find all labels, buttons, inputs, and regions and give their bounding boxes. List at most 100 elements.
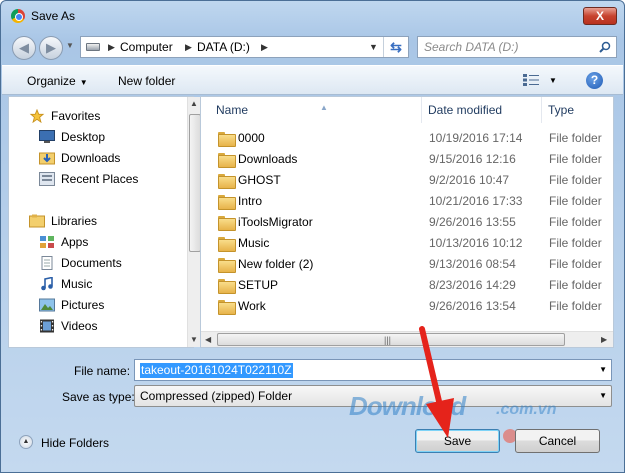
file-name: 0000 <box>238 131 265 145</box>
search-input[interactable]: Search DATA (D:) <box>417 36 617 58</box>
search-icon <box>599 41 611 53</box>
table-row[interactable]: Downloads 9/15/2016 12:16 File folder <box>201 149 613 170</box>
table-row[interactable]: 0000 10/19/2016 17:14 File folder <box>201 128 613 149</box>
file-name: Music <box>238 236 270 250</box>
file-type: File folder <box>549 173 602 187</box>
file-date: 10/21/2016 17:33 <box>429 194 523 208</box>
file-name: New folder (2) <box>238 257 314 271</box>
recent-locations-dropdown[interactable]: ▼ <box>66 41 74 50</box>
chrome-icon <box>11 9 25 23</box>
libraries-icon <box>29 214 45 228</box>
file-type: File folder <box>549 215 602 229</box>
sort-ascending-icon: ▲ <box>320 103 328 112</box>
scroll-up-icon[interactable]: ▲ <box>190 99 198 108</box>
address-bar[interactable]: ▶ Computer ▶ DATA (D:) ▶ ▼ ⇆ <box>80 36 409 58</box>
forward-arrow-icon: ▶ <box>46 40 56 55</box>
chevron-up-icon: ▲ <box>19 435 33 449</box>
folder-icon <box>218 216 236 231</box>
grip-icon: ||| <box>384 335 392 345</box>
file-name-field[interactable]: takeout-20161024T022110Z ▼ <box>134 359 612 381</box>
videos-icon <box>40 319 54 333</box>
search-placeholder: Search DATA (D:) <box>424 40 519 54</box>
forward-button[interactable]: ▶ <box>39 36 63 60</box>
file-name: SETUP <box>238 278 279 292</box>
music-icon <box>41 277 53 291</box>
documents-icon <box>41 256 53 270</box>
file-date: 10/13/2016 10:12 <box>429 236 523 250</box>
red-arrow-annotation <box>419 326 454 438</box>
file-type: File folder <box>549 278 602 292</box>
column-header-date[interactable]: Date modified <box>422 97 542 123</box>
hide-folders-label: Hide Folders <box>41 436 110 450</box>
file-list: Name ▲ Date modified Type 0000 10/19/2016… <box>200 96 614 348</box>
folder-icon <box>218 300 236 315</box>
chevron-right-icon[interactable]: ▶ <box>185 42 192 53</box>
breadcrumb-computer[interactable]: Computer <box>120 40 173 54</box>
save-type-label: Save as type: <box>62 390 135 404</box>
save-as-dialog: Save As X ◀ ▶ ▼ ▶ Computer ▶ DATA (D:) ▶… <box>0 0 625 473</box>
folder-icon <box>218 237 236 252</box>
command-toolbar: Organize ▼ New folder ▼ ? <box>2 65 623 95</box>
chevron-right-icon[interactable]: ▶ <box>261 42 268 53</box>
folder-icon <box>218 153 236 168</box>
file-name-label: File name: <box>74 364 131 378</box>
chevron-right-icon[interactable]: ▶ <box>108 42 115 53</box>
file-type: File folder <box>549 257 602 271</box>
window-title: Save As <box>31 9 76 23</box>
downloads-folder-icon <box>39 152 55 165</box>
chevron-down-icon[interactable]: ▼ <box>599 365 607 374</box>
help-button[interactable]: ? <box>586 72 603 89</box>
new-folder-button[interactable]: New folder <box>118 74 175 88</box>
file-name: iToolsMigrator <box>238 215 313 229</box>
back-arrow-icon: ◀ <box>19 40 29 55</box>
pictures-icon <box>39 298 55 312</box>
title-bar: Save As X <box>1 1 624 31</box>
table-row[interactable]: GHOST 9/2/2016 10:47 File folder <box>201 170 613 191</box>
file-type: File folder <box>549 236 602 250</box>
recent-places-icon <box>39 172 55 186</box>
folder-icon <box>218 195 236 210</box>
back-button[interactable]: ◀ <box>12 36 36 60</box>
save-type-value: Compressed (zipped) Folder <box>140 389 293 403</box>
table-row[interactable]: iToolsMigrator 9/26/2016 13:55 File folder <box>201 212 613 233</box>
file-date: 9/2/2016 10:47 <box>429 173 510 187</box>
table-row[interactable]: SETUP 8/23/2016 14:29 File folder <box>201 275 613 296</box>
close-button[interactable]: X <box>583 7 617 25</box>
navigation-pane: Favorites Desktop Downloads Recent Place… <box>8 96 202 348</box>
file-date: 9/13/2016 08:54 <box>429 257 516 271</box>
folder-icon <box>218 132 236 147</box>
view-dropdown[interactable]: ▼ <box>549 76 557 85</box>
drive-icon <box>86 43 100 51</box>
file-type: File folder <box>549 131 602 145</box>
table-row[interactable]: New folder (2) 9/13/2016 08:54 File folder <box>201 254 613 275</box>
file-type: File folder <box>549 194 602 208</box>
column-header-type[interactable]: Type <box>542 97 613 123</box>
table-row[interactable]: Intro 10/21/2016 17:33 File folder <box>201 191 613 212</box>
file-date: 9/26/2016 13:54 <box>429 299 516 313</box>
star-icon <box>29 109 45 123</box>
view-options-icon[interactable] <box>522 73 540 87</box>
watermark-domain: .com.vn <box>496 401 557 418</box>
file-name: Downloads <box>238 152 298 166</box>
refresh-button[interactable]: ⇆ <box>383 37 408 57</box>
scroll-left-icon[interactable]: ◀ <box>205 335 211 344</box>
folder-icon <box>218 174 236 189</box>
file-name: GHOST <box>238 173 281 187</box>
address-dropdown[interactable]: ▼ <box>369 42 378 52</box>
apps-icon <box>40 236 54 248</box>
column-header-name[interactable]: Name ▲ <box>210 97 422 123</box>
file-name-value[interactable]: takeout-20161024T022110Z <box>140 363 293 378</box>
table-row[interactable]: Work 9/26/2016 13:54 File folder <box>201 296 613 317</box>
organize-menu[interactable]: Organize ▼ <box>27 74 88 88</box>
file-date: 9/15/2016 12:16 <box>429 152 516 166</box>
chevron-down-icon[interactable]: ▼ <box>599 391 607 400</box>
cancel-button[interactable]: Cancel <box>515 429 600 453</box>
table-row[interactable]: Music 10/13/2016 10:12 File folder <box>201 233 613 254</box>
scroll-down-icon[interactable]: ▼ <box>190 335 198 344</box>
refresh-icon: ⇆ <box>390 39 402 55</box>
breadcrumb-data-drive[interactable]: DATA (D:) <box>197 40 250 54</box>
scroll-thumb[interactable]: ||| <box>217 333 565 346</box>
scroll-right-icon[interactable]: ▶ <box>601 335 607 344</box>
file-name: Work <box>238 299 266 313</box>
file-name: Intro <box>238 194 263 208</box>
